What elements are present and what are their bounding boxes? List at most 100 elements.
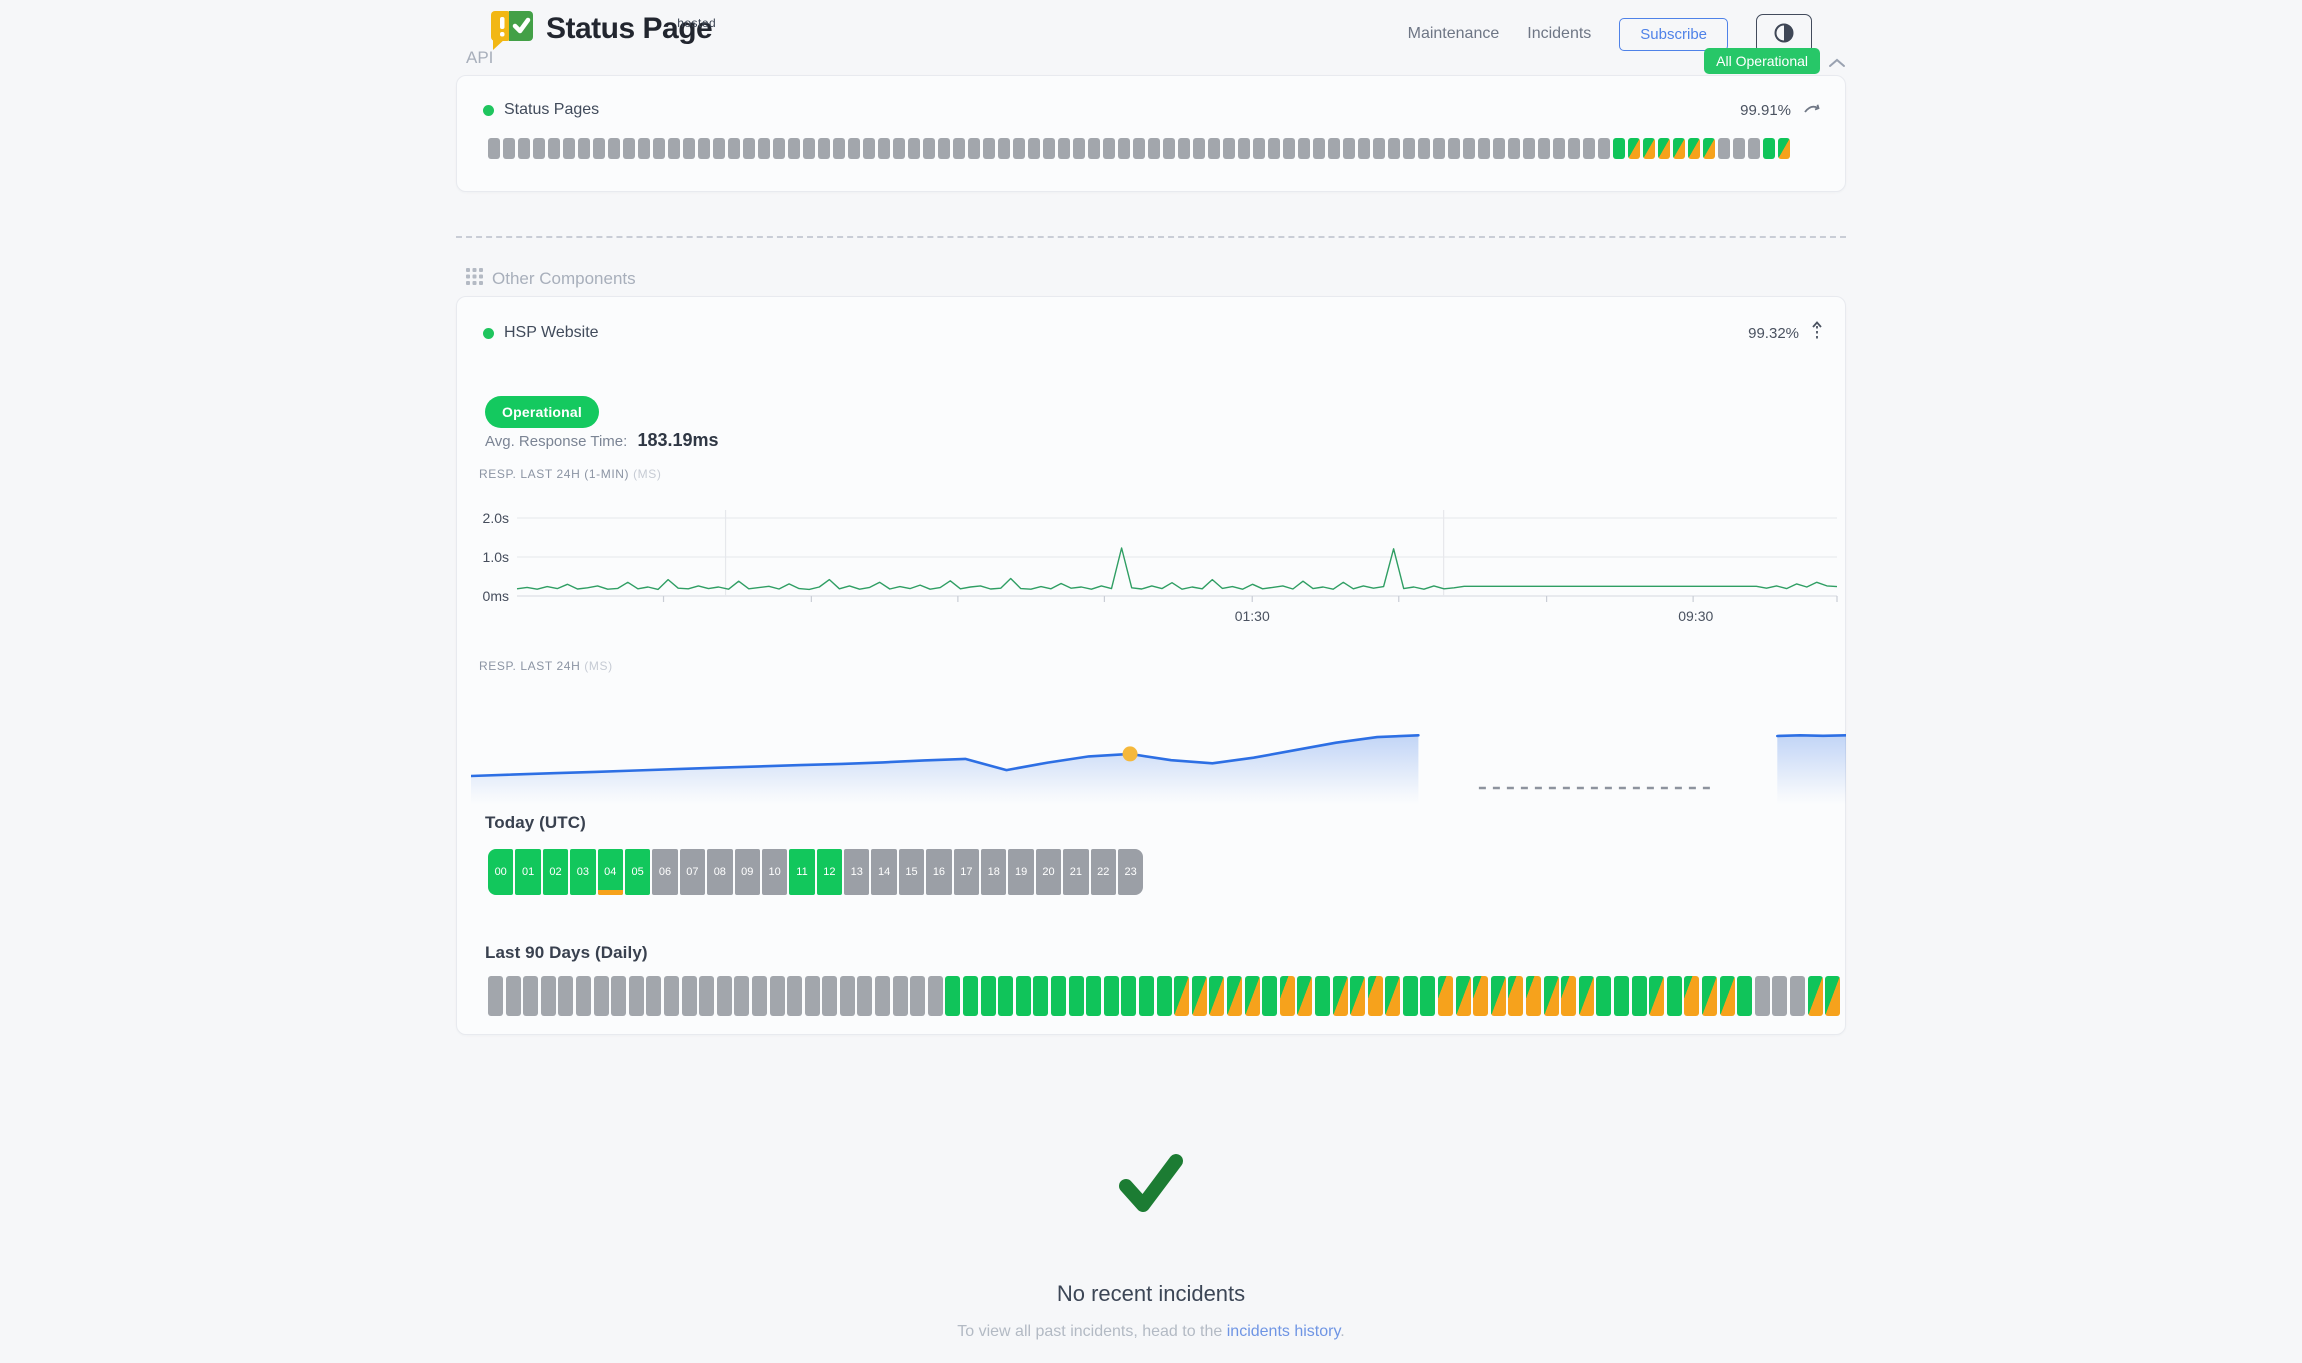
uptime-bar[interactable] <box>1658 138 1670 159</box>
uptime-bar[interactable] <box>805 976 820 1016</box>
uptime-bar[interactable] <box>1673 138 1685 159</box>
uptime-bar[interactable] <box>623 138 635 159</box>
uptime-bar[interactable] <box>1703 138 1715 159</box>
uptime-bar[interactable] <box>488 976 503 1016</box>
hour-cell[interactable]: 21 <box>1063 849 1088 895</box>
uptime-bar[interactable] <box>758 138 770 159</box>
uptime-bar[interactable] <box>1808 976 1823 1016</box>
uptime-bar[interactable] <box>1456 976 1471 1016</box>
uptime-bar[interactable] <box>1755 976 1770 1016</box>
subscribe-button[interactable]: Subscribe <box>1619 18 1728 51</box>
uptime-bar[interactable] <box>1358 138 1370 159</box>
uptime-bar[interactable] <box>857 976 872 1016</box>
uptime-bar[interactable] <box>1174 976 1189 1016</box>
uptime-bar[interactable] <box>908 138 920 159</box>
uptime-bar[interactable] <box>1238 138 1250 159</box>
uptime-bar[interactable] <box>558 976 573 1016</box>
uptime-bar[interactable] <box>1702 976 1717 1016</box>
uptime-bar[interactable] <box>506 976 521 1016</box>
uptime-bar[interactable] <box>1491 976 1506 1016</box>
hour-cell[interactable]: 00 <box>488 849 513 895</box>
uptime-bar[interactable] <box>818 138 830 159</box>
uptime-bar[interactable] <box>1667 976 1682 1016</box>
uptime-bar[interactable] <box>752 976 767 1016</box>
uptime-bar[interactable] <box>1209 976 1224 1016</box>
uptime-bar[interactable] <box>563 138 575 159</box>
hour-cell[interactable]: 08 <box>707 849 732 895</box>
hour-cell[interactable]: 13 <box>844 849 869 895</box>
uptime-bar[interactable] <box>488 138 500 159</box>
uptime-bar[interactable] <box>968 138 980 159</box>
uptime-bar[interactable] <box>1350 976 1365 1016</box>
uptime-bar[interactable] <box>533 138 545 159</box>
uptime-bar[interactable] <box>541 976 556 1016</box>
uptime-bar[interactable] <box>1763 138 1775 159</box>
uptime-bar[interactable] <box>983 138 995 159</box>
uptime-bar[interactable] <box>1568 138 1580 159</box>
hour-cell[interactable]: 10 <box>762 849 787 895</box>
uptime-bar[interactable] <box>1420 976 1435 1016</box>
uptime-bar[interactable] <box>822 976 837 1016</box>
uptime-bar[interactable] <box>998 976 1013 1016</box>
uptime-bar[interactable] <box>803 138 815 159</box>
nav-incidents[interactable]: Incidents <box>1527 25 1591 43</box>
uptime-bar[interactable] <box>1463 138 1475 159</box>
hour-cell[interactable]: 20 <box>1036 849 1061 895</box>
uptime-bar[interactable] <box>1028 138 1040 159</box>
uptime-bar[interactable] <box>1193 138 1205 159</box>
uptime-bar[interactable] <box>1493 138 1505 159</box>
incidents-history-link[interactable]: incidents history <box>1227 1323 1341 1340</box>
hour-cell[interactable]: 07 <box>680 849 705 895</box>
hour-cell[interactable]: 02 <box>543 849 568 895</box>
uptime-bar[interactable] <box>1315 976 1330 1016</box>
uptime-bar[interactable] <box>518 138 530 159</box>
uptime-bar[interactable] <box>928 976 943 1016</box>
hour-cell[interactable]: 19 <box>1008 849 1033 895</box>
uptime-bar[interactable] <box>1280 976 1295 1016</box>
uptime-bar[interactable] <box>788 138 800 159</box>
uptime-bar[interactable] <box>1632 976 1647 1016</box>
hour-cell[interactable]: 09 <box>735 849 760 895</box>
uptime-bar[interactable] <box>1523 138 1535 159</box>
uptime-bar[interactable] <box>1598 138 1610 159</box>
uptime-bar[interactable] <box>1121 976 1136 1016</box>
uptime-bar[interactable] <box>593 138 605 159</box>
uptime-bar[interactable] <box>1508 138 1520 159</box>
uptime-bar[interactable] <box>576 976 591 1016</box>
uptime-bar[interactable] <box>770 976 785 1016</box>
uptime-bar[interactable] <box>1016 976 1031 1016</box>
uptime-bar[interactable] <box>1448 138 1460 159</box>
uptime-bar[interactable] <box>1737 976 1752 1016</box>
uptime-bar[interactable] <box>923 138 935 159</box>
uptime-bar[interactable] <box>1385 976 1400 1016</box>
uptime-bar[interactable] <box>1613 138 1625 159</box>
hour-cell[interactable]: 11 <box>789 849 814 895</box>
uptime-bar[interactable] <box>953 138 965 159</box>
uptime-bar[interactable] <box>1118 138 1130 159</box>
uptime-bar[interactable] <box>1733 138 1745 159</box>
uptime-bar[interactable] <box>1614 976 1629 1016</box>
uptime-bar[interactable] <box>1544 976 1559 1016</box>
uptime-bar[interactable] <box>638 138 650 159</box>
hour-cell[interactable]: 23 <box>1118 849 1143 895</box>
uptime-bar[interactable] <box>945 976 960 1016</box>
uptime-bar[interactable] <box>1388 138 1400 159</box>
uptime-bar[interactable] <box>653 138 665 159</box>
uptime-bar[interactable] <box>1051 976 1066 1016</box>
uptime-bar[interactable] <box>878 138 890 159</box>
uptime-bar[interactable] <box>1778 138 1790 159</box>
uptime-bar[interactable] <box>773 138 785 159</box>
uptime-bar[interactable] <box>1748 138 1760 159</box>
uptime-bar[interactable] <box>1508 976 1523 1016</box>
uptime-bar[interactable] <box>1720 976 1735 1016</box>
uptime-bar[interactable] <box>1148 138 1160 159</box>
uptime-bar[interactable] <box>548 138 560 159</box>
uptime-bar[interactable] <box>1297 976 1312 1016</box>
chart-marker-dot[interactable] <box>1123 746 1138 761</box>
hour-cell[interactable]: 05 <box>625 849 650 895</box>
uptime-bar[interactable] <box>910 976 925 1016</box>
uptime-bar[interactable] <box>1403 976 1418 1016</box>
uptime-bar[interactable] <box>503 138 515 159</box>
hour-cell[interactable]: 03 <box>570 849 595 895</box>
uptime-bar[interactable] <box>611 976 626 1016</box>
